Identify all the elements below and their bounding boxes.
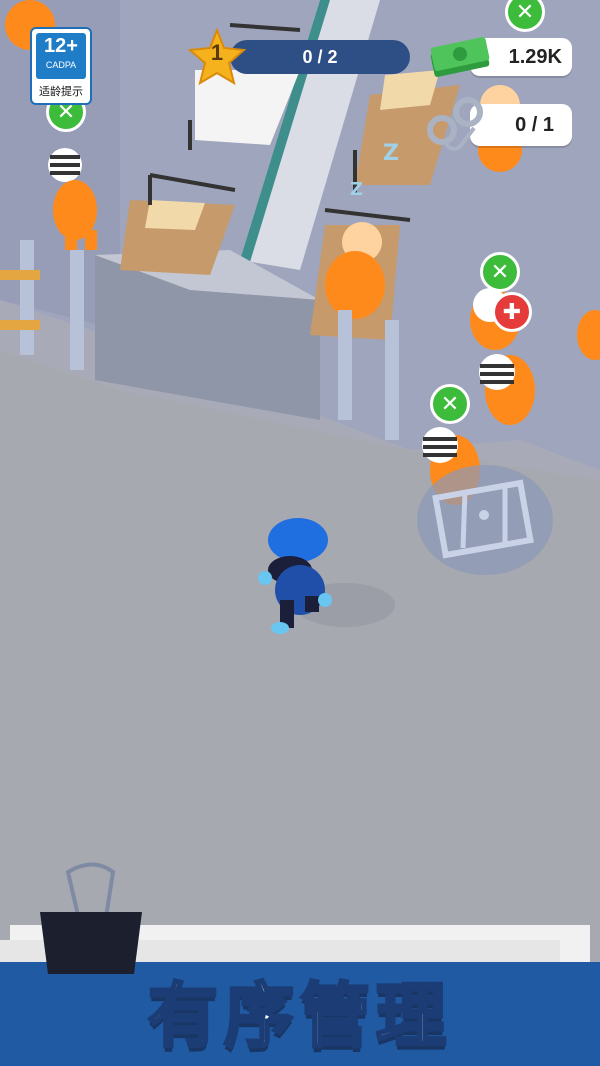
age-tip: 适龄提示	[39, 86, 83, 98]
fork-knife-icon: ✕	[440, 391, 460, 416]
age-rating-badge: 12+ CADPA 适龄提示	[30, 27, 92, 105]
level-number: 1	[210, 40, 224, 65]
fork-knife-icon: ✕	[490, 259, 510, 284]
money-value: 1.29K	[508, 45, 562, 68]
rating-org: CADPA	[45, 60, 77, 70]
prisoner-count: 0 / 1	[515, 113, 554, 136]
handcuffs-icon	[427, 97, 483, 151]
age-rating: 12+	[44, 35, 78, 57]
red-cross-icon: ✚	[502, 299, 522, 324]
cell-door-icon	[417, 465, 553, 575]
svg-text:Z: Z	[383, 141, 399, 166]
svg-text:Z: Z	[350, 179, 363, 200]
food-pin-2: ✕	[430, 384, 470, 424]
level-progress-bar: 0 / 2	[230, 40, 410, 74]
medical-pin: ✚	[492, 292, 532, 332]
food-pin: ✕	[480, 252, 520, 292]
cash-stack-icon	[430, 36, 490, 78]
sleeping-prisoner-body	[325, 251, 385, 319]
level-progress-text: 0 / 2	[302, 46, 338, 67]
banner-title: 有序管理	[147, 976, 452, 1057]
fork-knife-icon: ✕	[515, 0, 535, 24]
